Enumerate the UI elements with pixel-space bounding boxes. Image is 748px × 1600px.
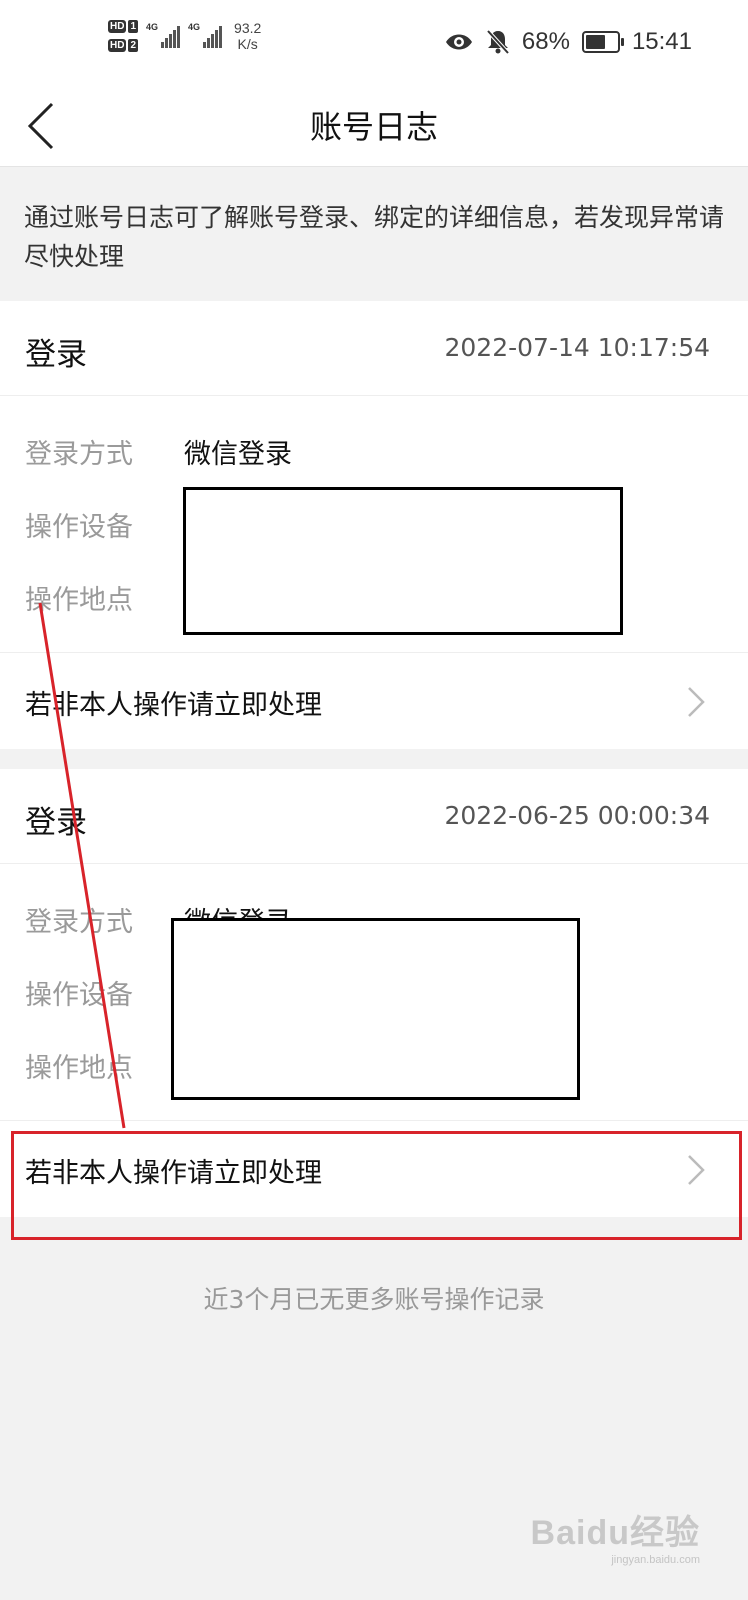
end-of-list-text: 近3个月已无更多账号操作记录 [203, 1285, 545, 1314]
annotation-arrow-line [38, 602, 126, 1129]
baidu-watermark: Baidu经验 jingyan.baidu.com [531, 1505, 700, 1566]
annotation-highlight-box [11, 1131, 742, 1240]
watermark-brand: Baidu经验 [530, 1514, 700, 1552]
watermark-url: jingyan.baidu.com [611, 1554, 700, 1566]
